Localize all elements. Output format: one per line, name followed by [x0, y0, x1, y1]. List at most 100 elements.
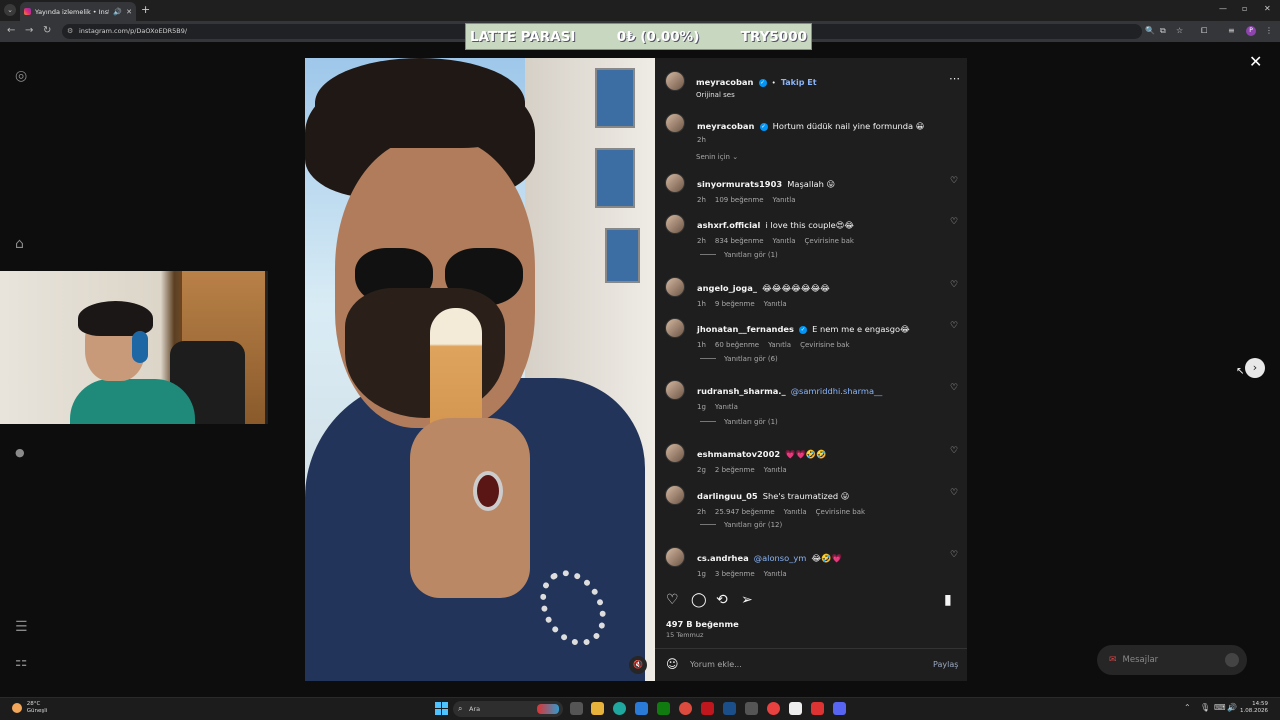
- comment-icon[interactable]: ◯: [691, 592, 707, 608]
- commenter-avatar[interactable]: [665, 214, 685, 234]
- caption-avatar[interactable]: [665, 113, 685, 133]
- comment-like-heart-icon[interactable]: ♡: [950, 550, 958, 560]
- comment-like-heart-icon[interactable]: ♡: [950, 280, 958, 290]
- comment-username[interactable]: eshmamatov2002: [697, 449, 780, 459]
- commenter-avatar[interactable]: [665, 277, 685, 297]
- comment-like-count[interactable]: 2 beğenme: [715, 466, 755, 474]
- next-post-button[interactable]: ›: [1245, 358, 1265, 378]
- comment-username[interactable]: darlinguu_05: [697, 491, 758, 501]
- commenter-avatar[interactable]: [665, 318, 685, 338]
- browser-menu-icon[interactable]: ⋮: [1265, 26, 1273, 35]
- emoji-icon[interactable]: ☺: [666, 657, 679, 671]
- reply-button[interactable]: Yanıtla: [715, 403, 738, 411]
- reply-button[interactable]: Yanıtla: [764, 570, 787, 578]
- clock[interactable]: 14:59 1.08.2026: [1240, 701, 1268, 715]
- reply-button[interactable]: Yanıtla: [773, 196, 796, 204]
- mic-icon[interactable]: 🎙: [1200, 703, 1210, 712]
- messages-button[interactable]: ✉ Mesajlar: [1097, 645, 1247, 675]
- comment-like-count[interactable]: 109 beğenme: [715, 196, 764, 204]
- caption-username[interactable]: meyracoban: [697, 121, 754, 131]
- reply-button[interactable]: Yanıtla: [764, 300, 787, 308]
- audio-label[interactable]: Orijinal ses: [696, 91, 817, 99]
- more-options-icon[interactable]: ⋯: [949, 72, 960, 85]
- comment-mention[interactable]: @samriddhi.sharma__: [791, 386, 883, 396]
- comment-like-count[interactable]: 3 beğenme: [715, 570, 755, 578]
- chrome-icon[interactable]: [679, 702, 692, 715]
- comment-like-heart-icon[interactable]: ♡: [950, 321, 958, 331]
- commenter-avatar[interactable]: [665, 173, 685, 193]
- maximize-icon[interactable]: ▫: [1242, 4, 1247, 13]
- comment-username[interactable]: jhonatan__fernandes: [697, 324, 794, 334]
- site-info-icon[interactable]: ⚙: [67, 24, 73, 39]
- comment-sort-dropdown[interactable]: Senin için ⌄: [696, 153, 738, 161]
- commenter-avatar[interactable]: [665, 547, 685, 567]
- comment-mention[interactable]: @alonso_ym: [754, 553, 807, 563]
- mute-toggle-icon[interactable]: 🔇: [629, 656, 647, 674]
- forward-icon[interactable]: →: [25, 25, 33, 36]
- comment-like-heart-icon[interactable]: ♡: [950, 217, 958, 227]
- comment-username[interactable]: rudransh_sharma._: [697, 386, 786, 396]
- reply-button[interactable]: Yanıtla: [764, 466, 787, 474]
- reload-icon[interactable]: ↻: [43, 25, 51, 36]
- comment-input[interactable]: Yorum ekle...: [690, 660, 742, 669]
- instagram-logo-icon[interactable]: ◎: [15, 68, 27, 84]
- obs-icon[interactable]: [789, 702, 802, 715]
- tab-audio-icon[interactable]: 🔊: [113, 8, 122, 16]
- repost-icon[interactable]: ⟲: [716, 592, 728, 608]
- likes-count[interactable]: 497 B beğenme: [666, 619, 739, 629]
- post-video[interactable]: [305, 58, 655, 681]
- author-username[interactable]: meyracoban: [696, 77, 753, 87]
- save-bookmark-icon[interactable]: ▮: [944, 592, 952, 608]
- taskbar-search[interactable]: ⌕ Ara: [453, 701, 563, 717]
- weather-widget[interactable]: 28°C Güneşli: [12, 701, 47, 715]
- comment-like-heart-icon[interactable]: ♡: [950, 446, 958, 456]
- comment-username[interactable]: ashxrf.official: [697, 220, 760, 230]
- windows-start-icon[interactable]: [435, 702, 448, 715]
- also-from-meta-icon[interactable]: ⚏: [15, 654, 28, 670]
- share-send-icon[interactable]: ➢: [741, 592, 753, 608]
- app-icon[interactable]: [745, 702, 758, 715]
- author-avatar[interactable]: [665, 71, 685, 91]
- back-icon[interactable]: ←: [7, 25, 15, 36]
- install-app-icon[interactable]: ⧉: [1160, 26, 1166, 36]
- tab-close-icon[interactable]: ✕: [126, 8, 132, 16]
- translate-button[interactable]: Çevirisine bak: [805, 237, 854, 245]
- view-replies-button[interactable]: Yanıtları gör (6): [700, 355, 778, 363]
- commenter-avatar[interactable]: [665, 485, 685, 505]
- comment-like-count[interactable]: 9 beğenme: [715, 300, 755, 308]
- close-modal-icon[interactable]: ✕: [1249, 52, 1262, 71]
- tab-search-chevron-icon[interactable]: ⌄: [4, 4, 16, 16]
- home-icon[interactable]: ⌂: [15, 236, 24, 252]
- comment-like-count[interactable]: 60 beğenme: [715, 341, 759, 349]
- extensions-icon[interactable]: ⧠: [1201, 26, 1207, 36]
- profile-avatar[interactable]: P: [1246, 26, 1256, 36]
- xbox-icon[interactable]: [657, 702, 670, 715]
- comment-username[interactable]: sinyormurats1903: [697, 179, 782, 189]
- window-close-icon[interactable]: ✕: [1264, 4, 1271, 13]
- post-comment-button[interactable]: Paylaş: [933, 660, 958, 669]
- reply-button[interactable]: Yanıtla: [784, 508, 807, 516]
- comment-like-count[interactable]: 834 beğenme: [715, 237, 764, 245]
- store-icon[interactable]: [635, 702, 648, 715]
- discord-icon[interactable]: [833, 702, 846, 715]
- new-tab-icon[interactable]: +: [141, 3, 150, 16]
- file-explorer-icon[interactable]: [591, 702, 604, 715]
- comment-like-heart-icon[interactable]: ♡: [950, 488, 958, 498]
- task-view-icon[interactable]: [570, 702, 583, 715]
- view-replies-button[interactable]: Yanıtları gör (12): [700, 521, 782, 529]
- comment-username[interactable]: cs.andrhea: [697, 553, 749, 563]
- edge-icon[interactable]: [613, 702, 626, 715]
- comment-username[interactable]: angelo_joga_: [697, 283, 757, 293]
- comment-like-count[interactable]: 25.947 beğenme: [715, 508, 775, 516]
- app2-icon[interactable]: [811, 702, 824, 715]
- media-app-icon[interactable]: [701, 702, 714, 715]
- browser-tab[interactable]: Yayında izlemelik • Instagram 🔊 ✕: [20, 2, 136, 21]
- view-replies-button[interactable]: Yanıtları gör (1): [700, 418, 778, 426]
- reply-button[interactable]: Yanıtla: [768, 341, 791, 349]
- commenter-avatar[interactable]: [665, 380, 685, 400]
- view-replies-button[interactable]: Yanıtları gör (1): [700, 251, 778, 259]
- reply-button[interactable]: Yanıtla: [773, 237, 796, 245]
- translate-button[interactable]: Çevirisine bak: [816, 508, 865, 516]
- bookmark-star-icon[interactable]: ☆: [1176, 26, 1183, 35]
- tray-chevron-icon[interactable]: ⌃: [1184, 703, 1191, 712]
